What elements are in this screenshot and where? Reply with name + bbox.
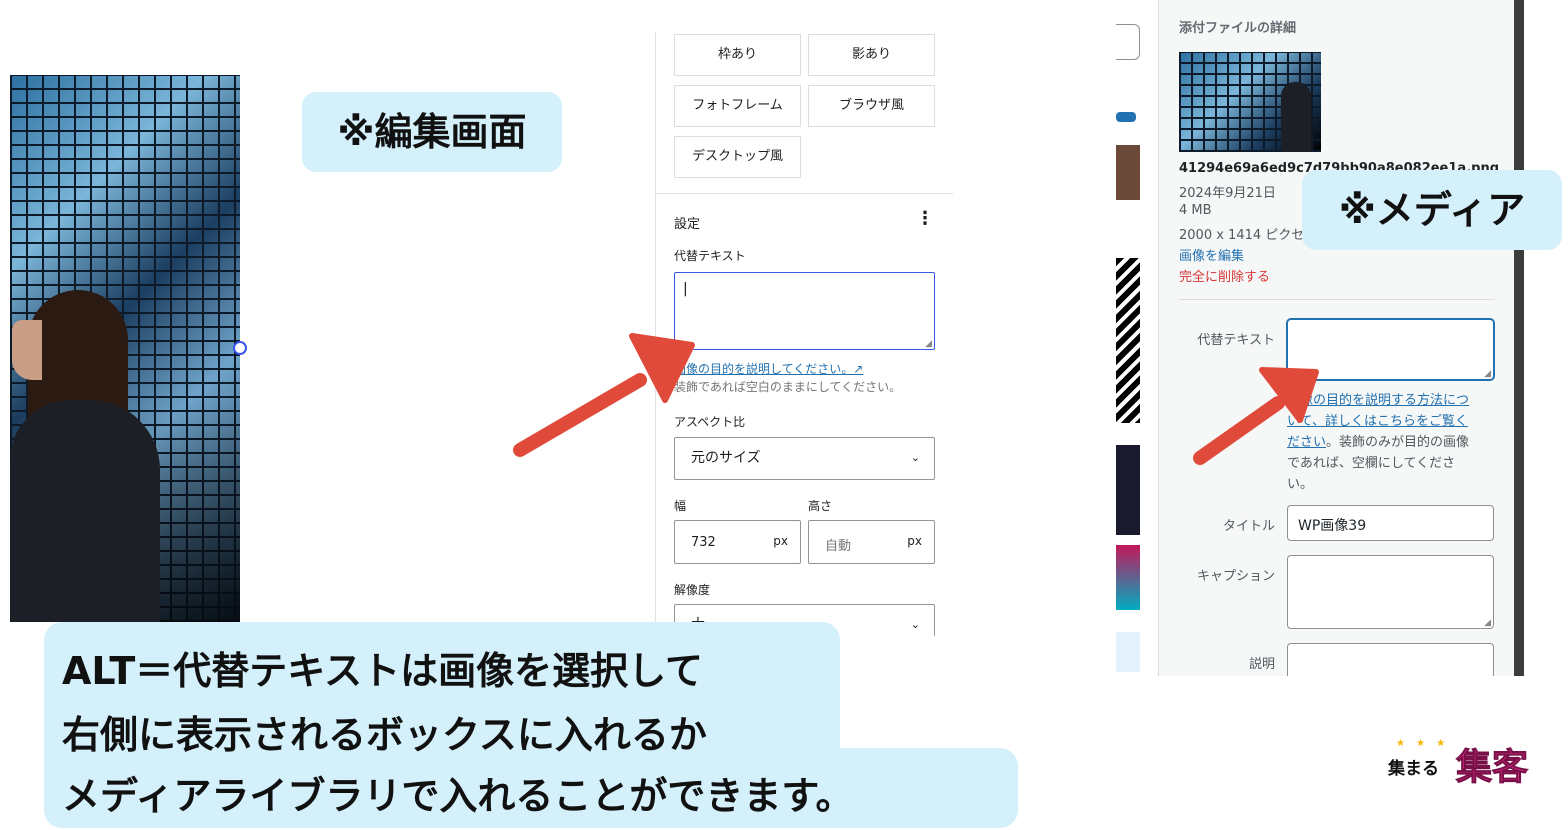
brand-logo: ★ ★ ★ 集まる 集客	[1388, 738, 1536, 789]
arrow-to-editor-alt	[513, 333, 695, 457]
caption-line-3: メディアライブラリで入れることができます。	[62, 774, 854, 818]
logo-stars: ★ ★ ★	[1396, 738, 1450, 749]
logo-small-text: 集まる	[1388, 759, 1439, 779]
caption-line-2: 右側に表示されるボックスに入れるか	[62, 713, 707, 757]
arrow-to-media-alt	[1193, 367, 1319, 465]
logo-big-text: 集客	[1455, 747, 1529, 789]
caption-line-1: ALT＝代替テキストは画像を選択して	[62, 649, 703, 693]
